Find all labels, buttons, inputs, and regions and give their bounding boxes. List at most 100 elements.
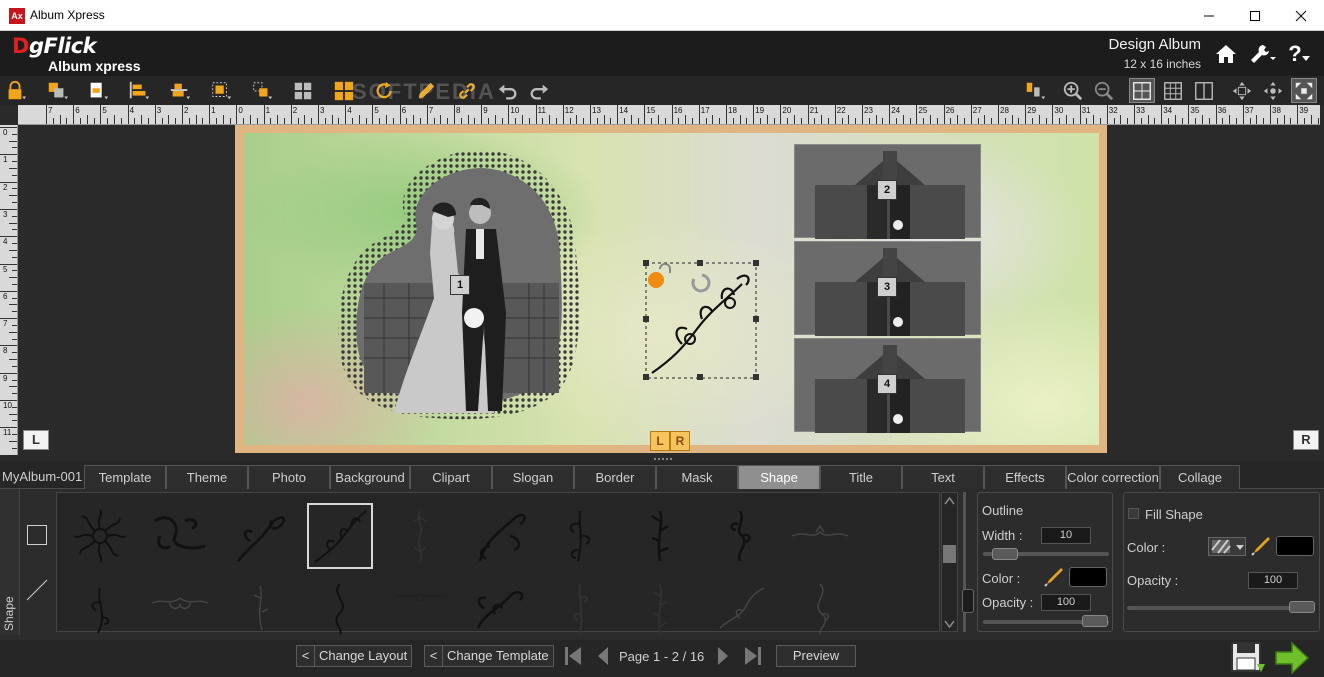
tools-button[interactable] <box>1246 40 1278 68</box>
ruler-label: 16 <box>673 106 683 115</box>
zoom-in-button[interactable] <box>1060 78 1086 103</box>
shape-item-row2-8[interactable] <box>627 575 693 641</box>
center-button[interactable] <box>1260 78 1286 103</box>
shape-item-row2-9[interactable] <box>707 575 773 641</box>
tab-clipart[interactable]: Clipart <box>410 465 492 489</box>
first-page-icon[interactable] <box>562 645 584 667</box>
fill-opacity-slider-knob[interactable] <box>1289 601 1315 613</box>
scroll-up-icon[interactable] <box>942 495 957 507</box>
outline-color-swatch[interactable] <box>1069 567 1107 587</box>
outline-eyedropper-icon[interactable] <box>1043 566 1065 588</box>
outline-width-slider-knob[interactable] <box>992 548 1018 560</box>
align-left-button[interactable] <box>126 78 152 103</box>
gallery-scroll-thumb[interactable] <box>943 545 956 563</box>
tab-slogan[interactable]: Slogan <box>492 465 574 489</box>
fill-pattern-dropdown[interactable] <box>1208 537 1246 556</box>
group-select-button[interactable] <box>208 78 234 103</box>
next-page-icon[interactable] <box>712 645 734 667</box>
shape-item-swirl-2[interactable] <box>227 503 293 569</box>
ruler-minor-tick <box>739 115 741 124</box>
maximize-button[interactable] <box>1232 0 1278 31</box>
line-tool-icon[interactable] <box>25 578 49 602</box>
rectangle-tool-icon[interactable] <box>27 525 47 545</box>
align-center-button[interactable] <box>167 78 193 103</box>
distribute-button[interactable] <box>1022 78 1048 103</box>
grid-view-button[interactable] <box>1129 78 1155 103</box>
tab-shape[interactable]: Shape <box>738 465 820 489</box>
shape-item-row2-5[interactable] <box>387 575 453 641</box>
help-dropdown-icon <box>1301 56 1310 61</box>
splitter-knob[interactable] <box>962 589 974 613</box>
shape-item-branch[interactable] <box>547 503 613 569</box>
next-step-icon[interactable] <box>1274 641 1312 675</box>
tab-mask[interactable]: Mask <box>656 465 738 489</box>
fill-opacity-input[interactable]: 100 <box>1248 572 1298 589</box>
tab-background[interactable]: Background <box>330 465 410 489</box>
ruler-label: 7 <box>428 106 434 115</box>
grid-fine-button[interactable] <box>1160 78 1186 103</box>
preview-button[interactable]: Preview <box>776 645 856 667</box>
shape-item-row2-2[interactable] <box>147 575 213 641</box>
home-button[interactable] <box>1212 40 1240 68</box>
shape-item-row2-1[interactable] <box>67 575 133 641</box>
close-icon <box>1295 10 1307 21</box>
move-button[interactable] <box>1229 78 1255 103</box>
album-name-tab[interactable]: MyAlbum-001 <box>2 465 84 489</box>
layout-grid-button[interactable] <box>290 78 316 103</box>
help-button[interactable]: ? <box>1284 40 1314 68</box>
tab-color-correction[interactable]: Color correction <box>1066 465 1160 489</box>
scroll-down-icon[interactable] <box>942 618 957 630</box>
previous-page-icon[interactable] <box>592 645 614 667</box>
bring-forward-button[interactable] <box>44 78 70 103</box>
fill-opacity-slider[interactable] <box>1127 606 1313 610</box>
outline-width-input[interactable]: 10 <box>1041 527 1091 544</box>
tab-theme[interactable]: Theme <box>166 465 248 489</box>
tab-border[interactable]: Border <box>574 465 656 489</box>
tab-collage[interactable]: Collage <box>1160 465 1240 489</box>
shape-item-flower[interactable] <box>67 503 133 569</box>
shape-item-selected-vine[interactable] <box>307 503 373 569</box>
fill-color-swatch[interactable] <box>1276 536 1314 556</box>
fit-button[interactable] <box>1291 78 1317 103</box>
tab-photo[interactable]: Photo <box>248 465 330 489</box>
tab-effects[interactable]: Effects <box>984 465 1066 489</box>
panel-splitter[interactable] <box>962 492 974 632</box>
left-page-tab[interactable]: L <box>650 431 670 451</box>
fill-eyedropper-icon[interactable] <box>1250 535 1272 557</box>
close-button[interactable] <box>1278 0 1324 31</box>
tab-text[interactable]: Text <box>902 465 984 489</box>
splitter-grip-icon[interactable] <box>654 457 674 461</box>
ungroup-button[interactable] <box>249 78 275 103</box>
outline-opacity-slider-knob[interactable] <box>1082 615 1108 627</box>
shape-item-tall-ornament[interactable] <box>387 503 453 569</box>
right-page-tab[interactable]: R <box>670 431 690 451</box>
split-view-button[interactable] <box>1191 78 1217 103</box>
shape-item-leaf[interactable] <box>627 503 693 569</box>
fill-shape-checkbox[interactable] <box>1128 508 1139 519</box>
tab-title[interactable]: Title <box>820 465 902 489</box>
outline-opacity-input[interactable]: 100 <box>1041 594 1091 611</box>
shape-item-row2-10[interactable] <box>787 575 853 641</box>
shape-item-row2-4[interactable] <box>307 575 373 641</box>
shape-item-row2-6[interactable] <box>467 575 533 641</box>
selected-shape[interactable] <box>642 259 762 383</box>
change-layout-button[interactable]: < Change Layout <box>296 645 413 667</box>
shape-item-swirl-1[interactable] <box>147 503 213 569</box>
change-template-button[interactable]: < Change Template <box>424 645 554 667</box>
lock-button[interactable] <box>2 78 28 103</box>
shape-item-scroll[interactable] <box>707 503 773 569</box>
save-album-icon[interactable] <box>1229 640 1267 676</box>
last-page-icon[interactable] <box>742 645 764 667</box>
page-arrange-button[interactable] <box>85 78 111 103</box>
tab-template[interactable]: Template <box>84 465 166 489</box>
shape-item-big-swirl[interactable] <box>467 503 533 569</box>
left-page-button[interactable]: L <box>23 430 49 450</box>
shape-item-row2-7[interactable] <box>547 575 613 641</box>
right-page-button[interactable]: R <box>1293 430 1319 450</box>
minimize-button[interactable] <box>1186 0 1232 31</box>
shape-item-divider[interactable] <box>787 503 853 569</box>
undo-button[interactable] <box>495 78 521 103</box>
zoom-out-button[interactable] <box>1091 78 1117 103</box>
redo-button[interactable] <box>526 78 552 103</box>
shape-item-row2-3[interactable] <box>227 575 293 641</box>
